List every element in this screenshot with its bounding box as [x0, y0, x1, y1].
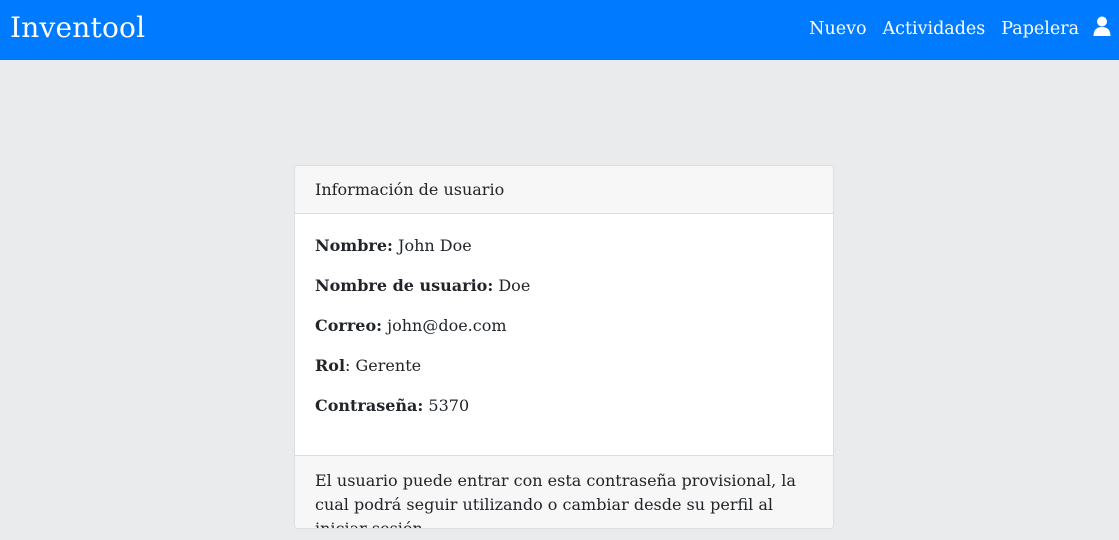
- card-footer-note: El usuario puede entrar con esta contras…: [295, 455, 833, 528]
- info-row-correo: Correo: john@doe.com: [315, 315, 813, 337]
- field-label: Contraseña:: [315, 396, 424, 415]
- nav-link-nuevo[interactable]: Nuevo: [809, 17, 866, 41]
- info-row-contrasena: Contraseña: 5370: [315, 395, 813, 417]
- field-label: Nombre de usuario:: [315, 276, 494, 295]
- field-label: Nombre:: [315, 236, 393, 255]
- info-row-rol: Rol: Gerente: [315, 355, 813, 377]
- brand-link[interactable]: Inventool: [10, 9, 145, 47]
- nav-links: Nuevo Actividades Papelera: [809, 0, 1111, 58]
- field-value: john@doe.com: [382, 316, 507, 335]
- field-value: John Doe: [392, 236, 472, 255]
- nav-link-actividades[interactable]: Actividades: [883, 17, 986, 41]
- card-header: Información de usuario: [295, 166, 833, 214]
- field-label: Rol: [315, 356, 346, 375]
- top-navbar: Inventool Nuevo Actividades Papelera: [0, 0, 1119, 60]
- card-body: Nombre: John Doe Nombre de usuario: Doe …: [295, 214, 833, 455]
- field-value: : Gerente: [345, 356, 422, 375]
- field-label: Correo:: [315, 316, 383, 335]
- user-icon[interactable]: [1093, 16, 1111, 36]
- nav-link-papelera[interactable]: Papelera: [1001, 17, 1079, 41]
- user-info-card: Información de usuario Nombre: John Doe …: [294, 165, 834, 529]
- field-value: Doe: [493, 276, 531, 295]
- info-row-usuario: Nombre de usuario: Doe: [315, 275, 813, 297]
- field-value: 5370: [423, 396, 470, 415]
- info-row-nombre: Nombre: John Doe: [315, 235, 813, 257]
